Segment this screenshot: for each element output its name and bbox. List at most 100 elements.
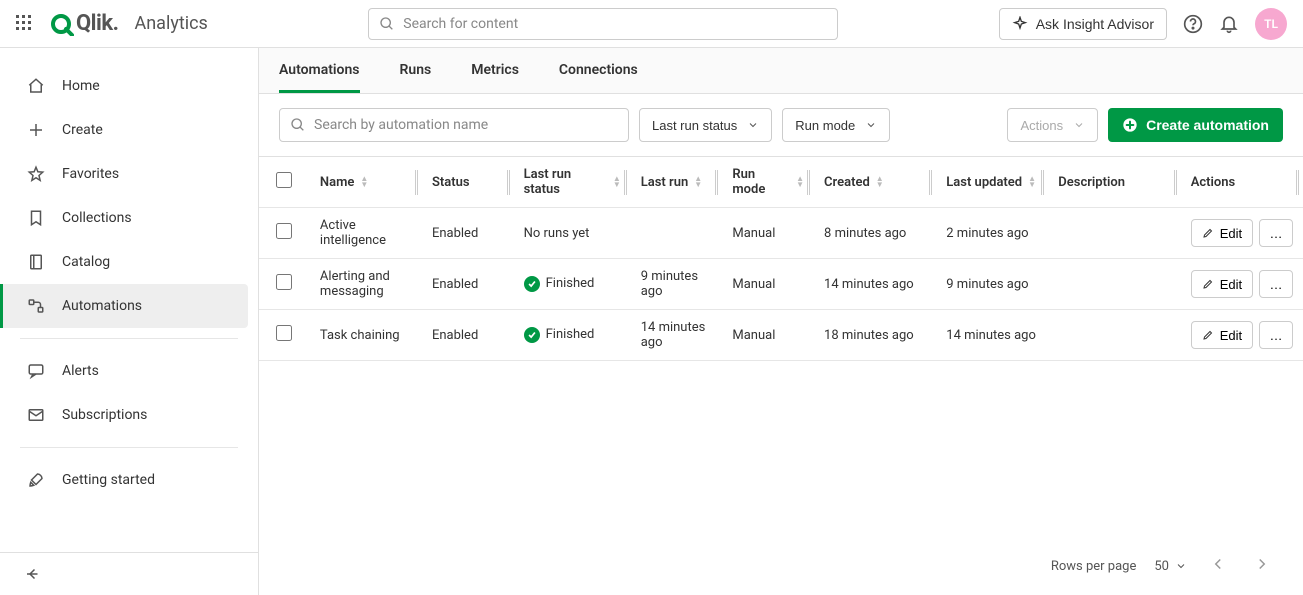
column-header-description[interactable]: Description	[1048, 157, 1180, 208]
edit-button[interactable]: Edit	[1191, 321, 1253, 349]
global-search-input[interactable]: Search for content	[368, 8, 838, 40]
edit-button[interactable]: Edit	[1191, 270, 1253, 298]
column-header-run-mode[interactable]: Run mode▲▼	[722, 157, 814, 208]
sidebar-item-favorites[interactable]: Favorites	[0, 152, 258, 196]
plus-icon	[26, 121, 46, 139]
cell-created: 8 minutes ago	[814, 208, 936, 259]
row-checkbox[interactable]	[276, 274, 292, 290]
chevron-down-icon	[1175, 560, 1187, 572]
sidebar-item-getting-started[interactable]: Getting started	[0, 458, 258, 502]
rows-per-page-select[interactable]: 50	[1154, 559, 1187, 574]
brand-name: Qlik	[76, 11, 113, 36]
more-button[interactable]: …	[1259, 219, 1293, 247]
global-search-placeholder: Search for content	[403, 16, 518, 32]
help-icon[interactable]	[1183, 14, 1203, 34]
bell-icon[interactable]	[1219, 14, 1239, 34]
status-finished: Finished	[524, 276, 595, 292]
chevron-down-icon	[747, 119, 759, 131]
rows-per-page-label: Rows per page	[1051, 559, 1137, 574]
sidebar-item-catalog[interactable]: Catalog	[0, 240, 258, 284]
cell-status: Enabled	[422, 310, 514, 361]
sidebar-item-label: Getting started	[62, 472, 155, 488]
cell-description	[1048, 259, 1180, 310]
rocket-icon	[26, 471, 46, 489]
sidebar-item-create[interactable]: Create	[0, 108, 258, 152]
tab-connections[interactable]: Connections	[559, 48, 638, 93]
sidebar-item-home[interactable]: Home	[0, 64, 258, 108]
check-circle-icon	[524, 276, 540, 292]
bulk-actions-button[interactable]: Actions	[1007, 108, 1098, 142]
sort-icon: ▲▼	[1028, 176, 1036, 188]
collapse-sidebar-icon[interactable]	[24, 565, 42, 583]
sidebar-item-label: Create	[62, 122, 103, 138]
cell-last-run: 9 minutes ago	[631, 259, 723, 310]
cell-name: Alerting and messaging	[310, 259, 422, 310]
chevron-down-icon	[865, 119, 877, 131]
cell-status: Enabled	[422, 259, 514, 310]
ellipsis-icon: …	[1270, 328, 1283, 343]
column-header-last-run-status[interactable]: Last run status▲▼	[514, 157, 631, 208]
search-icon	[290, 117, 306, 133]
sparkle-icon	[1012, 16, 1028, 32]
more-button[interactable]: …	[1259, 321, 1293, 349]
table-row: Active intelligenceEnabledNo runs yetMan…	[259, 208, 1303, 259]
cell-last-run	[631, 208, 723, 259]
bookmark-icon	[26, 209, 46, 227]
edit-button[interactable]: Edit	[1191, 219, 1253, 247]
last-run-status-filter[interactable]: Last run status	[639, 108, 772, 142]
flow-icon	[26, 297, 46, 315]
more-button[interactable]: …	[1259, 270, 1293, 298]
column-label: Name	[320, 175, 354, 190]
ellipsis-icon: …	[1270, 226, 1283, 241]
automation-search-input[interactable]: Search by automation name	[279, 108, 629, 142]
bulk-actions-label: Actions	[1020, 118, 1063, 133]
create-automation-label: Create automation	[1146, 117, 1269, 133]
sidebar-item-label: Alerts	[62, 363, 99, 379]
sidebar-item-alerts[interactable]: Alerts	[0, 349, 258, 393]
column-label: Last updated	[946, 175, 1022, 190]
column-header-last-run[interactable]: Last run▲▼	[631, 157, 723, 208]
select-all-checkbox[interactable]	[276, 172, 292, 188]
column-header-name[interactable]: Name▲▼	[310, 157, 422, 208]
ask-insight-advisor-label: Ask Insight Advisor	[1036, 16, 1154, 32]
column-header-created[interactable]: Created▲▼	[814, 157, 936, 208]
cell-name: Task chaining	[310, 310, 422, 361]
column-header-last-updated[interactable]: Last updated ▲▼	[936, 157, 1048, 208]
row-checkbox[interactable]	[276, 223, 292, 239]
column-header-status[interactable]: Status	[422, 157, 514, 208]
next-page-button[interactable]	[1249, 551, 1275, 581]
column-header-actions[interactable]: Actions	[1181, 157, 1303, 208]
pencil-icon	[1202, 329, 1214, 341]
apps-grid-icon[interactable]	[16, 15, 34, 33]
sidebar-item-automations[interactable]: Automations	[0, 284, 248, 328]
edit-label: Edit	[1220, 277, 1242, 292]
section-title: Analytics	[134, 13, 207, 34]
column-label: Run mode	[732, 167, 790, 197]
tab-runs[interactable]: Runs	[400, 48, 432, 93]
tab-metrics[interactable]: Metrics	[471, 48, 519, 93]
chat-icon	[26, 362, 46, 380]
column-label: Status	[432, 175, 470, 190]
create-automation-button[interactable]: Create automation	[1108, 108, 1283, 142]
prev-page-button[interactable]	[1205, 551, 1231, 581]
star-icon	[26, 165, 46, 183]
status-text: No runs yet	[524, 226, 590, 241]
edit-label: Edit	[1220, 226, 1242, 241]
ask-insight-advisor-button[interactable]: Ask Insight Advisor	[999, 8, 1167, 40]
row-checkbox[interactable]	[276, 325, 292, 341]
column-label: Last run status	[524, 167, 607, 197]
column-label: Last run	[641, 175, 689, 190]
check-circle-icon	[524, 327, 540, 343]
column-label: Actions	[1191, 175, 1236, 190]
column-label: Description	[1058, 175, 1125, 190]
run-mode-filter[interactable]: Run mode	[782, 108, 890, 142]
cell-updated: 9 minutes ago	[936, 259, 1048, 310]
tab-automations[interactable]: Automations	[279, 48, 360, 93]
sidebar-item-subscriptions[interactable]: Subscriptions	[0, 393, 258, 437]
avatar[interactable]: TL	[1255, 8, 1287, 40]
cell-status: Enabled	[422, 208, 514, 259]
table-row: Task chainingEnabledFinished14 minutes a…	[259, 310, 1303, 361]
cell-created: 18 minutes ago	[814, 310, 936, 361]
sidebar-item-collections[interactable]: Collections	[0, 196, 258, 240]
cell-last-run-status: No runs yet	[514, 208, 631, 259]
